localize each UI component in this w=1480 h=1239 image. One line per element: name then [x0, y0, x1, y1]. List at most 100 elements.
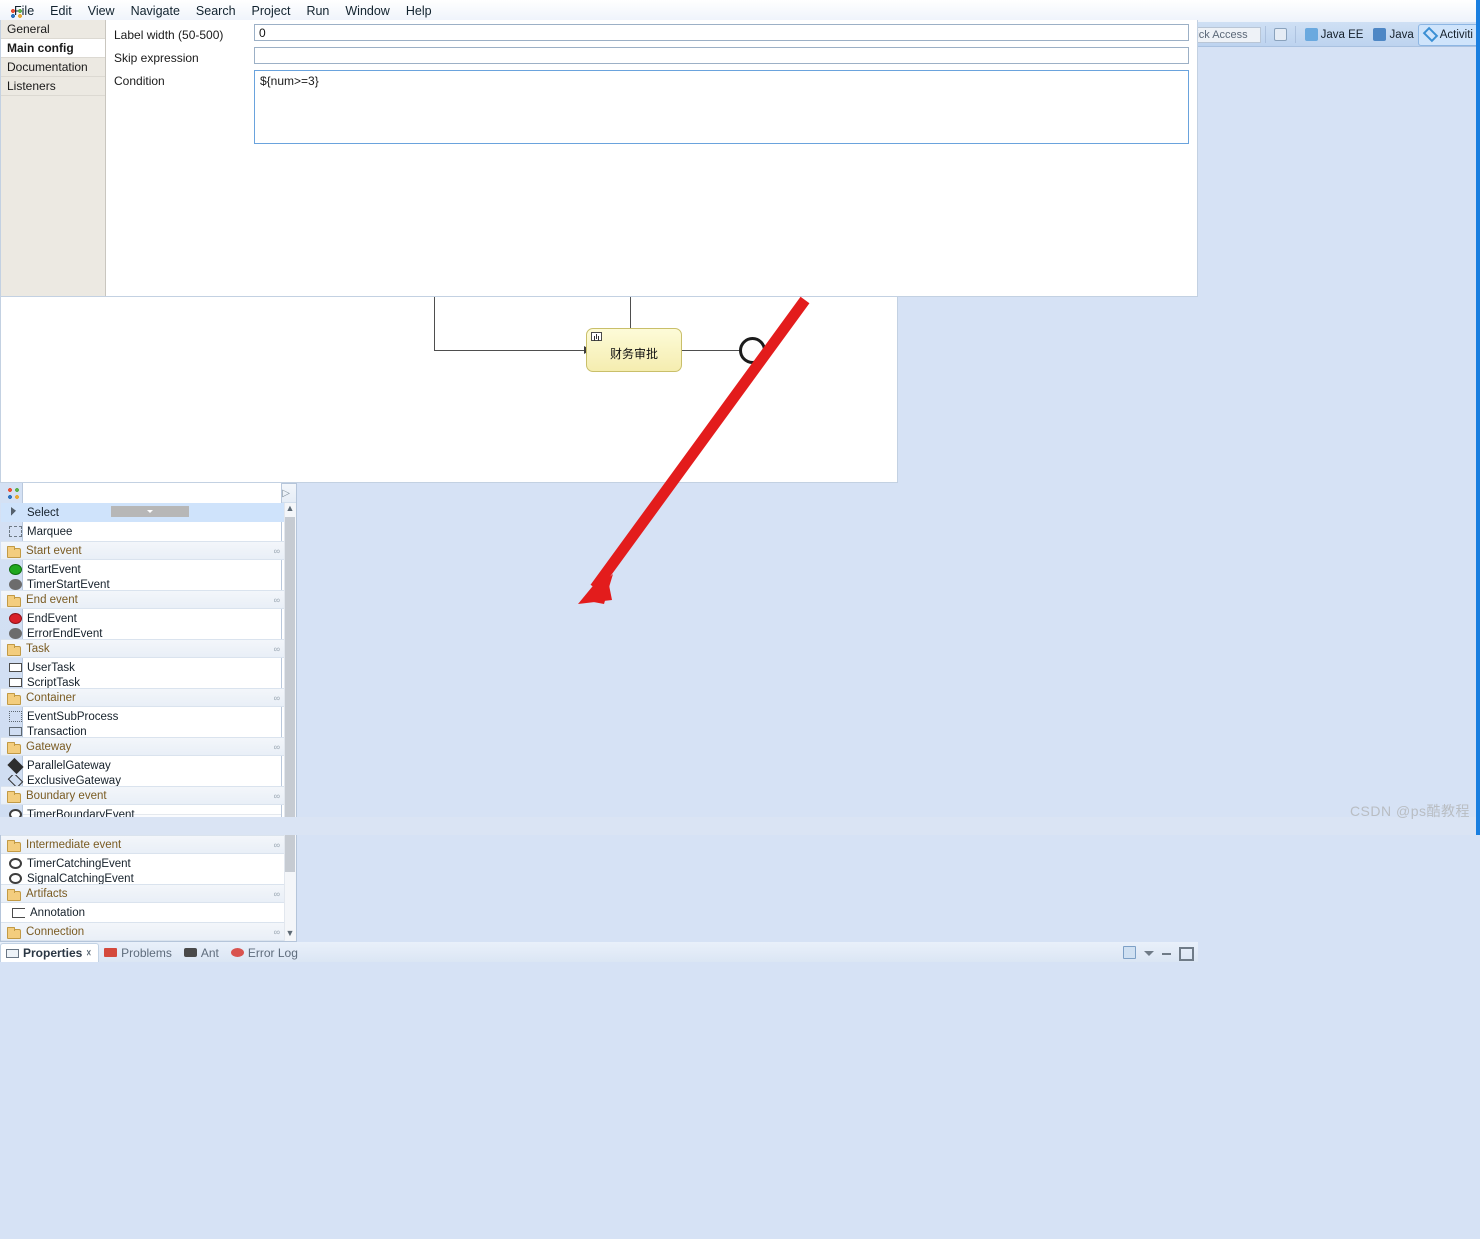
skip-expression-label: Skip expression [114, 51, 199, 65]
minimize-icon[interactable] [1161, 947, 1172, 958]
scroll-down-icon[interactable]: ▼ [285, 928, 295, 941]
perspective-java[interactable]: Java [1368, 25, 1418, 45]
close-icon[interactable]: ☓ [86, 948, 91, 959]
pin-icon[interactable]: ∞ [274, 889, 280, 899]
tab-error-log[interactable]: Error Log [226, 943, 305, 962]
properties-icon [6, 948, 19, 958]
user-task-icon [591, 332, 602, 341]
prop-tab-listeners[interactable]: Listeners [1, 77, 105, 96]
palette-group-artifacts[interactable]: Artifacts ∞ [1, 884, 296, 903]
pin-icon[interactable] [1123, 946, 1136, 959]
palette-item-annotation[interactable]: Annotation [1, 903, 296, 922]
error-log-icon [230, 948, 244, 957]
palette-item-label: StartEvent [27, 563, 81, 576]
pin-icon[interactable]: ∞ [274, 546, 280, 556]
pin-icon[interactable]: ∞ [274, 595, 280, 605]
palette-group-label: End event [26, 593, 78, 606]
palette-item-usertask[interactable]: UserTask [1, 658, 296, 677]
folder-icon [6, 740, 21, 754]
palette-item-label: EventSubProcess [27, 710, 119, 723]
palette-group-intermediate-event[interactable]: Intermediate event ∞ [1, 835, 296, 854]
pin-icon[interactable]: ∞ [274, 927, 280, 937]
perspective-activiti[interactable]: Activiti [1417, 23, 1480, 46]
end-event[interactable] [739, 337, 766, 364]
palette-item-label: TimerCatchingEvent [27, 857, 131, 870]
palette-item-parallelgateway[interactable]: ParallelGateway [1, 756, 296, 775]
condition-label: Condition [114, 74, 165, 88]
palette-group-end-event[interactable]: End event ∞ [1, 590, 296, 609]
palette-item-label: ExclusiveGateway [27, 775, 121, 786]
prop-tab-general[interactable]: General [1, 20, 105, 39]
palette-item-timercatchingevent[interactable]: TimerCatchingEvent [1, 854, 296, 873]
cursor-icon [11, 507, 19, 518]
pin-icon[interactable]: ∞ [274, 742, 280, 752]
label-width-input[interactable]: 0 [254, 24, 1189, 41]
palette-item-scripttask[interactable]: ScriptTask [1, 506, 296, 688]
open-perspective-switcher-icon[interactable] [1271, 25, 1290, 44]
palette-group-boundary-event[interactable]: Boundary event ∞ [1, 786, 296, 805]
activiti-icon [1422, 26, 1439, 43]
task-label: 财务审批 [609, 347, 658, 361]
tab-properties[interactable]: Properties ☓ [0, 943, 100, 962]
folder-icon [6, 789, 21, 803]
pin-icon[interactable]: ∞ [274, 693, 280, 703]
palette-group-start-event[interactable]: Start event ∞ [1, 541, 296, 560]
palette-item-label: Marquee [27, 525, 73, 538]
folder-icon [6, 691, 21, 705]
menu-item-edit[interactable]: Edit [42, 3, 80, 19]
java-ee-icon [1304, 28, 1318, 41]
skip-expression-input[interactable] [254, 47, 1189, 64]
palette-item-eventsubprocess[interactable]: EventSubProcess [1, 707, 296, 726]
error-end-icon [9, 628, 22, 639]
palette-item-signalcatchingevent[interactable]: SignalCatchingEvent [1, 506, 296, 884]
prop-tab-documentation[interactable]: Documentation [1, 58, 105, 77]
view-menu-icon[interactable] [1143, 947, 1154, 958]
palette-group-container[interactable]: Container ∞ [1, 688, 296, 707]
palette-item-startevent[interactable]: StartEvent [1, 560, 296, 579]
palette-item-exclusivegateway[interactable]: ExclusiveGateway [1, 506, 296, 786]
user-task-icon [9, 663, 22, 672]
palette-item-timerstartevent[interactable]: TimerStartEvent [1, 506, 296, 590]
condition-textarea[interactable]: ${num>=3} [254, 70, 1189, 144]
bottom-strip [0, 817, 1480, 835]
palette-group-task[interactable]: Task ∞ [1, 639, 296, 658]
tab-ant[interactable]: Ant [179, 943, 226, 962]
prop-tab-main-config[interactable]: Main config [1, 39, 105, 58]
palette-group-gateway[interactable]: Gateway ∞ [1, 737, 296, 756]
maximize-icon[interactable] [1179, 947, 1194, 961]
scroll-up-icon[interactable]: ▲ [285, 503, 295, 516]
palette-group-connection[interactable]: Connection ∞ [1, 922, 296, 941]
tab-error-log-label: Error Log [247, 945, 298, 960]
palette-item-errorendevent[interactable]: ErrorEndEvent [1, 506, 296, 639]
palette-item-label: TimerStartEvent [27, 579, 110, 590]
menu-item-navigate[interactable]: Navigate [123, 3, 188, 19]
menu-item-window[interactable]: Window [337, 3, 397, 19]
palette-item-label: SignalCatchingEvent [27, 873, 134, 884]
folder-icon [6, 642, 21, 656]
folder-icon [6, 838, 21, 852]
task-finance-approval[interactable]: 财务审批 [586, 328, 682, 372]
toolbar-right-group: Quick Access Java EE Java Activiti [1176, 22, 1480, 47]
properties-view-buttons [1123, 946, 1194, 961]
perspective-java-ee[interactable]: Java EE [1300, 25, 1369, 45]
pin-icon[interactable]: ∞ [274, 840, 280, 850]
palette-scrollbar[interactable]: ▲ ▼ [284, 503, 296, 941]
tab-problems[interactable]: Problems [99, 943, 179, 962]
pin-icon[interactable]: ∞ [274, 791, 280, 801]
palette-pin-icon[interactable]: ▷ [282, 488, 290, 499]
palette-group-label: Connection [26, 925, 85, 938]
palette-item-transaction[interactable]: Transaction [1, 506, 296, 737]
perspective-java-ee-label: Java EE [1320, 28, 1364, 41]
menu-item-view[interactable]: View [80, 3, 123, 19]
palette-item-marquee[interactable]: Marquee [1, 522, 296, 541]
pin-icon[interactable]: ∞ [274, 644, 280, 654]
palette-item-endevent[interactable]: EndEvent [1, 609, 296, 628]
menu-item-run[interactable]: Run [298, 3, 337, 19]
menu-bar: File Edit View Navigate Search Project R… [0, 0, 1480, 22]
menu-item-project[interactable]: Project [244, 3, 299, 19]
menu-item-search[interactable]: Search [188, 3, 244, 19]
perspective-java-label: Java [1389, 28, 1414, 41]
tab-problems-label: Problems [121, 945, 172, 960]
menu-item-help[interactable]: Help [398, 3, 440, 19]
folder-icon [6, 887, 21, 901]
